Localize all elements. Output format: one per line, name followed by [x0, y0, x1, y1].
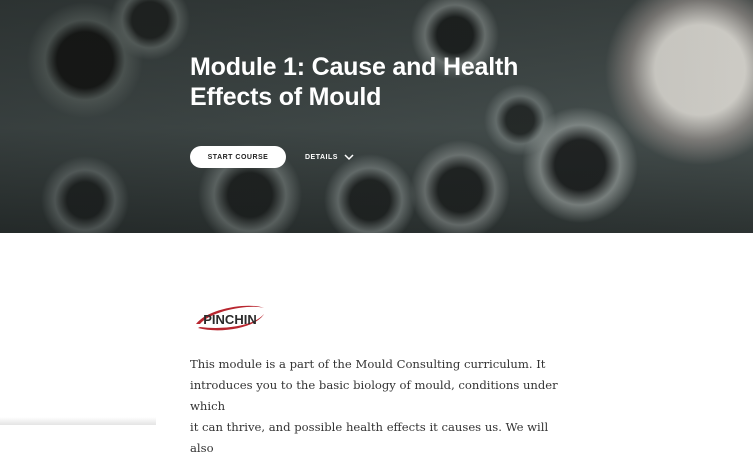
hero-overlay: [0, 0, 753, 233]
course-title-line-2: Effects of Mould: [190, 83, 382, 111]
course-title-line-1: Module 1: Cause and Health: [190, 53, 519, 81]
details-toggle[interactable]: DETAILS: [305, 151, 354, 163]
details-label: DETAILS: [305, 153, 338, 161]
description-line-2: introduces you to the basic biology of m…: [190, 378, 558, 413]
description-line-1: This module is a part of the Mould Consu…: [190, 357, 546, 371]
course-description: This module is a part of the Mould Consu…: [190, 354, 570, 459]
course-title: Module 1: Cause and Health Effects of Mo…: [190, 52, 610, 112]
start-course-button[interactable]: START COURSE: [190, 146, 286, 168]
pinchin-logo: PINCHIN: [196, 305, 264, 331]
chevron-down-icon: [344, 154, 354, 161]
hero-banner: Module 1: Cause and Health Effects of Mo…: [0, 0, 753, 233]
scroll-fade: [0, 417, 156, 425]
logo-text: PINCHIN: [203, 312, 256, 327]
description-line-3: it can thrive, and possible health effec…: [190, 420, 549, 455]
